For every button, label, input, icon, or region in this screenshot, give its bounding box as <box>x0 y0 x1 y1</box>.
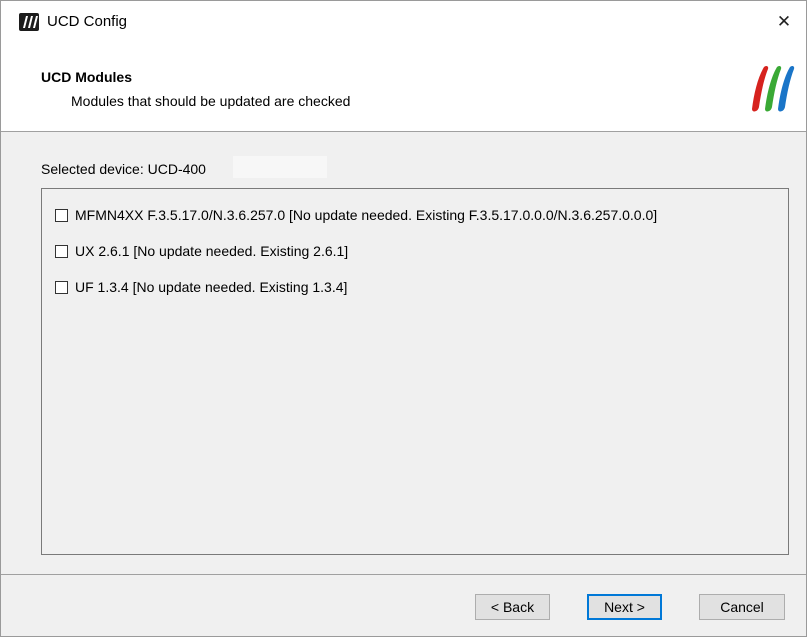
page-title: UCD Modules <box>41 69 132 85</box>
module-item-uf[interactable]: UF 1.3.4 [No update needed. Existing 1.3… <box>55 277 347 297</box>
back-button[interactable]: < Back <box>475 594 550 620</box>
selected-device-field <box>233 156 327 178</box>
ucd-logo-icon <box>752 65 795 112</box>
cancel-button[interactable]: Cancel <box>699 594 785 620</box>
module-checkbox[interactable] <box>55 208 68 222</box>
modules-list: MFMN4XX F.3.5.17.0/N.3.6.257.0 [No updat… <box>41 188 789 555</box>
module-checkbox[interactable] <box>55 244 68 258</box>
module-item-ux[interactable]: UX 2.6.1 [No update needed. Existing 2.6… <box>55 241 348 261</box>
module-label: UX 2.6.1 [No update needed. Existing 2.6… <box>75 243 349 259</box>
ucd-logo-icon <box>19 13 39 31</box>
title-bar: UCD Config ✕ <box>1 1 806 43</box>
close-button[interactable]: ✕ <box>762 1 806 43</box>
window-title: UCD Config <box>47 13 128 30</box>
dialog-window: UCD Config ✕ UCD Modules Modules that sh… <box>0 0 807 637</box>
module-label: UF 1.3.4 [No update needed. Existing 1.3… <box>75 279 348 295</box>
wizard-header: UCD Modules Modules that should be updat… <box>1 43 806 132</box>
footer-divider <box>1 574 806 575</box>
module-label: MFMN4XX F.3.5.17.0/N.3.6.257.0 [No updat… <box>75 207 658 223</box>
module-checkbox[interactable] <box>55 280 68 294</box>
selected-device-label: Selected device: UCD-400 <box>41 161 206 177</box>
next-button[interactable]: Next > <box>587 594 662 620</box>
page-subtitle: Modules that should be updated are check… <box>71 93 351 109</box>
module-item-mfmn4xx[interactable]: MFMN4XX F.3.5.17.0/N.3.6.257.0 [No updat… <box>55 205 657 225</box>
